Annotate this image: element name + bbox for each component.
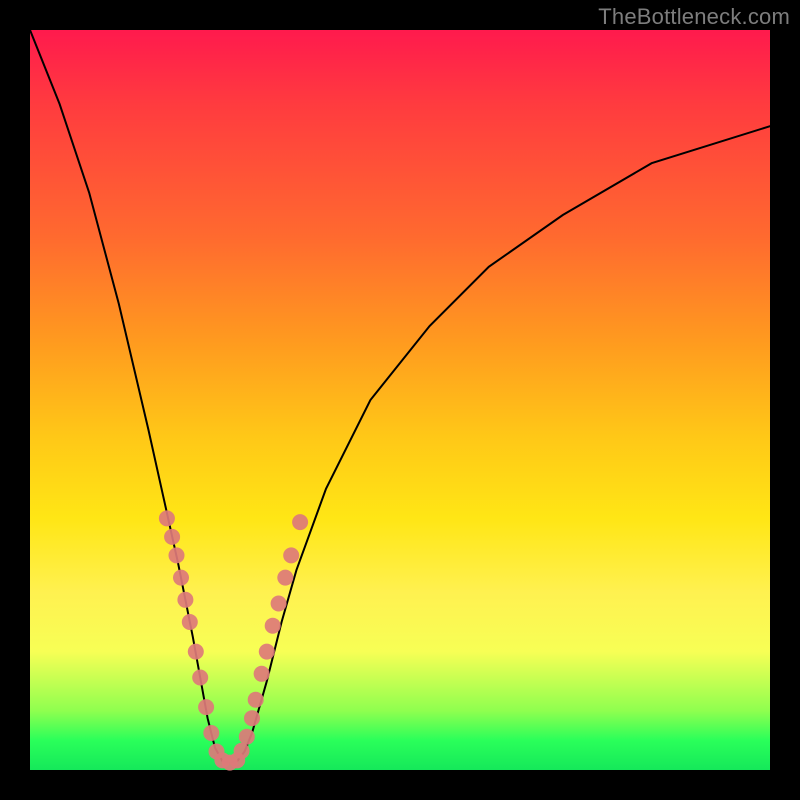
sample-dots-group <box>159 510 308 770</box>
sample-dot <box>182 614 198 630</box>
sample-dot <box>254 666 270 682</box>
chart-svg <box>30 30 770 770</box>
sample-dot <box>198 699 214 715</box>
sample-dot <box>259 644 275 660</box>
sample-dot <box>244 710 260 726</box>
sample-dot <box>159 510 175 526</box>
sample-dot <box>248 692 264 708</box>
sample-dot <box>277 570 293 586</box>
sample-dot <box>173 570 189 586</box>
plot-area <box>30 30 770 770</box>
sample-dot <box>192 670 208 686</box>
sample-dot <box>169 547 185 563</box>
sample-dot <box>271 596 287 612</box>
sample-dot <box>265 618 281 634</box>
sample-dot <box>188 644 204 660</box>
sample-dot <box>292 514 308 530</box>
sample-dot <box>239 729 255 745</box>
sample-dot <box>164 529 180 545</box>
sample-dot <box>177 592 193 608</box>
bottleneck-curve <box>30 30 770 763</box>
sample-dot <box>283 547 299 563</box>
watermark-text: TheBottleneck.com <box>598 4 790 30</box>
sample-dot <box>234 743 250 759</box>
outer-frame: TheBottleneck.com <box>0 0 800 800</box>
sample-dot <box>203 725 219 741</box>
